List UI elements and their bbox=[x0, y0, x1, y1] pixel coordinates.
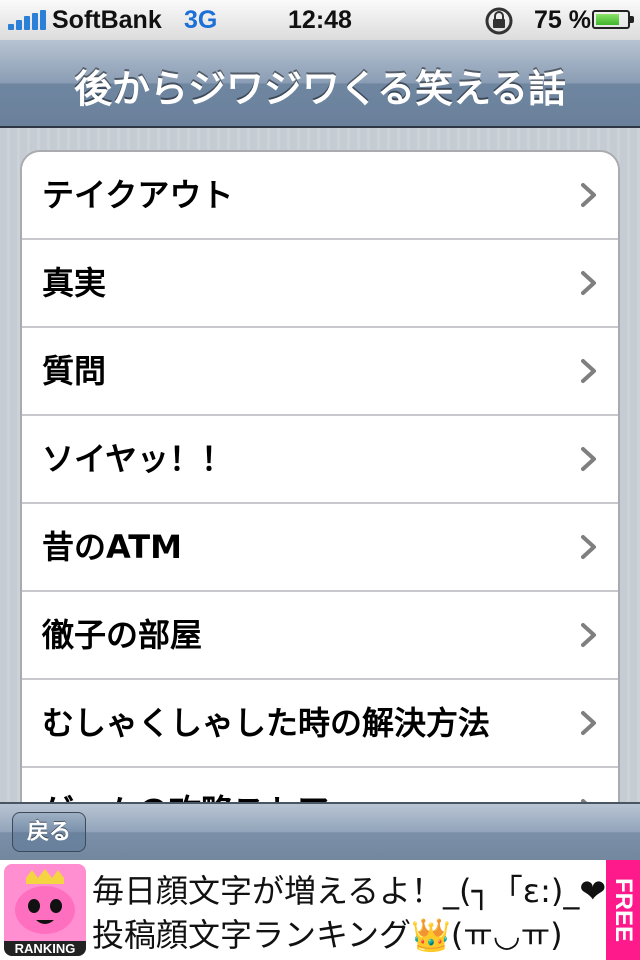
chevron-right-icon bbox=[581, 183, 596, 207]
battery-icon bbox=[592, 10, 634, 29]
chevron-right-icon bbox=[581, 623, 596, 647]
story-list: テイクアウト 真実質問ソイヤッ！！ 昔のATM 徹子の部屋むしゃくしゃした時の解決方法… bbox=[20, 150, 620, 802]
list-item[interactable]: 徹子の部屋 bbox=[22, 592, 618, 680]
list-item-label: むしゃくしゃした時の解決方法 bbox=[42, 704, 491, 742]
list-item[interactable]: むしゃくしゃした時の解決方法 bbox=[22, 680, 618, 768]
free-label: FREE bbox=[610, 877, 637, 942]
ad-text-line-2: 投稿顔文字ランキング👑(ￗ◡ￗ) bbox=[92, 916, 563, 954]
list-item[interactable]: 真実 bbox=[22, 240, 618, 328]
list-item[interactable]: ゲームの攻略ストア bbox=[22, 768, 618, 802]
list-item-label: テイクアウト bbox=[42, 176, 234, 214]
battery-percentage: 75 % bbox=[534, 6, 591, 34]
chevron-right-icon bbox=[581, 535, 596, 559]
mascot-icon bbox=[15, 869, 75, 934]
page-title: 後からジワジワくる笑える話 bbox=[73, 67, 567, 111]
list-item[interactable]: 質問 bbox=[22, 328, 618, 416]
list-item-label: ソイヤッ！！ bbox=[42, 440, 234, 478]
list-item[interactable]: テイクアウト bbox=[22, 152, 618, 240]
free-badge: FREE bbox=[606, 860, 640, 960]
list-item[interactable]: 昔のATM bbox=[22, 504, 618, 592]
ad-ranking-label: RANKING bbox=[4, 941, 86, 956]
list-item-label: 昔のATM bbox=[42, 528, 182, 566]
list-item[interactable]: ソイヤッ！！ bbox=[22, 416, 618, 504]
mascot-image: RANKING bbox=[4, 864, 86, 956]
chevron-right-icon bbox=[581, 711, 596, 735]
list-item-label: ゲームの攻略ストア bbox=[42, 768, 329, 802]
back-button[interactable]: 戻る bbox=[12, 812, 86, 852]
list-item-label: 質問 bbox=[42, 352, 107, 390]
chevron-right-icon bbox=[581, 271, 596, 295]
navigation-bar: 後からジワジワくる笑える話 bbox=[0, 40, 640, 128]
list-item-label: 真実 bbox=[42, 264, 107, 302]
ad-text-line-1: 毎日顔文字が増えるよ！_(┐「ε:)_❤ bbox=[92, 872, 607, 910]
status-bar: SoftBank 3G 12:48 75 % bbox=[0, 0, 640, 40]
chevron-right-icon bbox=[581, 359, 596, 383]
content-area[interactable]: テイクアウト 真実質問ソイヤッ！！ 昔のATM 徹子の部屋むしゃくしゃした時の解決方法… bbox=[0, 128, 640, 802]
list-item-label: 徹子の部屋 bbox=[42, 616, 203, 654]
chevron-right-icon bbox=[581, 447, 596, 471]
bottom-toolbar: 戻る bbox=[0, 802, 640, 860]
battery-fill bbox=[596, 14, 619, 25]
ad-banner[interactable]: RANKING 毎日顔文字が増えるよ！_(┐「ε:)_❤ 投稿顔文字ランキング👑… bbox=[0, 860, 640, 960]
rotation-lock-icon bbox=[485, 7, 513, 35]
